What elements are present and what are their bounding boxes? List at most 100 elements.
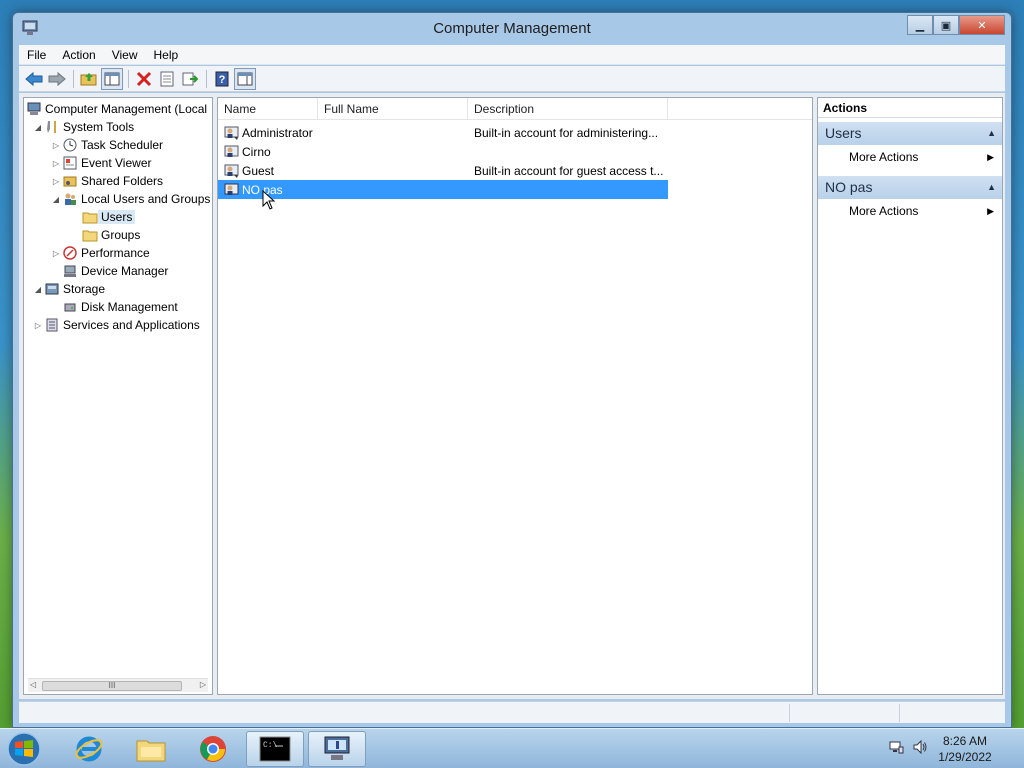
taskbar-internet-explorer[interactable] xyxy=(60,731,118,767)
tree-item-event-viewer[interactable]: ▷ Event Viewer xyxy=(50,154,152,172)
taskbar-computer-management[interactable] xyxy=(308,731,366,767)
user-description: Built-in account for guest access t... xyxy=(474,163,664,178)
expand-arrow-icon[interactable]: ▷ xyxy=(50,177,62,186)
delete-icon xyxy=(136,71,152,86)
actions-group-no-pas[interactable]: NO pas ▲ xyxy=(818,176,1002,199)
tree-horizontal-scrollbar[interactable]: ◁ III ▷ xyxy=(28,678,208,692)
tree-item-services-and-applications[interactable]: ▷ Services and Applications xyxy=(32,316,200,334)
tree-item-shared-folders[interactable]: ▷ Shared Folders xyxy=(50,172,163,190)
column-header-full-name[interactable]: Full Name xyxy=(318,98,468,120)
expand-arrow-icon[interactable]: ▷ xyxy=(50,141,62,150)
window-title: Computer Management xyxy=(433,20,591,37)
minimize-icon: ▁ xyxy=(915,19,925,32)
list-row-cirno[interactable]: Cirno xyxy=(218,142,668,161)
start-button[interactable] xyxy=(4,731,44,767)
menu-view[interactable]: View xyxy=(104,45,146,65)
tree-item-device-manager[interactable]: Device Manager xyxy=(50,262,168,280)
tree-item-system-tools[interactable]: ◢ System Tools xyxy=(32,118,134,136)
maximize-button[interactable]: ▣ xyxy=(933,15,959,35)
tree-item-performance[interactable]: ▷ Performance xyxy=(50,244,150,262)
menu-help[interactable]: Help xyxy=(146,45,187,65)
minimize-button[interactable]: ▁ xyxy=(907,15,933,35)
column-header-description[interactable]: Description xyxy=(468,98,668,120)
taskbar-chrome[interactable] xyxy=(184,731,242,767)
tree-item-label: Shared Folders xyxy=(81,174,164,188)
properties-button[interactable] xyxy=(156,68,178,90)
list-row-guest[interactable]: Guest Built-in account for guest access … xyxy=(218,161,668,180)
tree-item-label: Device Manager xyxy=(81,264,169,278)
toolbar-separator xyxy=(128,69,129,88)
column-header-name[interactable]: Name xyxy=(218,98,318,120)
list-row-administrator[interactable]: Administrator Built-in account for admin… xyxy=(218,123,668,142)
tree-item-label: System Tools xyxy=(63,120,135,134)
forward-button[interactable] xyxy=(46,68,68,90)
actions-group-label: Users xyxy=(825,125,862,141)
clock-icon xyxy=(62,137,78,153)
close-button[interactable]: ✕ xyxy=(959,15,1005,35)
show-hide-action-pane-button[interactable] xyxy=(234,67,256,90)
actions-group-users[interactable]: Users ▲ xyxy=(818,122,1002,145)
collapse-arrow-icon[interactable]: ◢ xyxy=(50,195,62,204)
tree-item-label: Task Scheduler xyxy=(81,138,164,152)
tree-item-local-users-and-groups[interactable]: ◢ Local Users and Groups xyxy=(50,190,210,208)
folder-icon xyxy=(82,209,98,225)
tree-item-label: Event Viewer xyxy=(81,156,152,170)
user-description: Built-in account for administering... xyxy=(474,125,659,140)
collapse-arrow-icon[interactable]: ◢ xyxy=(32,123,44,132)
scrollbar-thumb[interactable]: III xyxy=(42,681,182,691)
windows-logo-icon xyxy=(7,732,41,766)
more-actions-users[interactable]: More Actions ▶ xyxy=(818,147,1002,167)
title-bar[interactable]: Computer Management ▁ ▣ ✕ xyxy=(13,13,1011,45)
taskbar-clock[interactable]: 8:26 AM 1/29/2022 xyxy=(928,733,1002,765)
delete-button[interactable] xyxy=(133,68,155,90)
back-button[interactable] xyxy=(23,68,45,90)
tree-item-label: Computer Management (Local xyxy=(45,102,208,116)
user-account-icon xyxy=(224,164,239,178)
menu-bar: File Action View Help xyxy=(19,45,1005,65)
expand-arrow-icon[interactable]: ▷ xyxy=(50,159,62,168)
performance-icon xyxy=(62,245,78,261)
expand-arrow-icon[interactable]: ▷ xyxy=(32,321,44,330)
collapse-arrow-icon[interactable]: ◢ xyxy=(32,285,44,294)
scroll-right-icon[interactable]: ▷ xyxy=(200,680,206,689)
tree-item-label: Storage xyxy=(63,282,106,296)
tree-item-label: Services and Applications xyxy=(63,318,200,332)
volume-icon[interactable] xyxy=(912,739,928,755)
storage-icon xyxy=(44,281,60,297)
status-segment xyxy=(899,704,900,722)
device-manager-icon xyxy=(62,263,78,279)
computer-management-window: Computer Management ▁ ▣ ✕ File Action Vi… xyxy=(12,12,1012,728)
taskbar-file-explorer[interactable] xyxy=(122,731,180,767)
system-tray xyxy=(888,739,928,755)
expand-arrow-icon[interactable]: ▷ xyxy=(50,249,62,258)
more-actions-no-pas[interactable]: More Actions ▶ xyxy=(818,201,1002,221)
tree-item-label: Groups xyxy=(101,228,141,242)
show-hide-console-tree-button[interactable] xyxy=(101,67,123,90)
up-one-level-button[interactable] xyxy=(78,68,100,90)
collapse-caret-icon[interactable]: ▲ xyxy=(987,122,996,145)
list-row-no-pas[interactable]: NO pas xyxy=(218,180,668,199)
computer-management-icon xyxy=(324,736,350,760)
user-name: Administrator xyxy=(242,125,313,140)
tree-item-label: Performance xyxy=(81,246,150,260)
tree-item-disk-management[interactable]: Disk Management xyxy=(50,298,178,316)
export-list-button[interactable] xyxy=(179,68,201,90)
computer-management-icon xyxy=(26,101,42,117)
tree-item-task-scheduler[interactable]: ▷ Task Scheduler xyxy=(50,136,163,154)
scroll-left-icon[interactable]: ◁ xyxy=(30,680,36,689)
tree-item-groups[interactable]: Groups xyxy=(82,226,140,244)
tools-icon xyxy=(44,119,60,135)
menu-action[interactable]: Action xyxy=(54,45,103,65)
tree-item-users[interactable]: Users xyxy=(82,208,136,226)
disk-icon xyxy=(62,299,78,315)
menu-file[interactable]: File xyxy=(19,45,54,65)
tree-item-computer-management[interactable]: Computer Management (Local xyxy=(26,100,207,118)
more-actions-label: More Actions xyxy=(849,150,919,164)
taskbar-command-prompt[interactable]: C:\ xyxy=(246,731,304,767)
tree-item-storage[interactable]: ◢ Storage xyxy=(32,280,105,298)
submenu-arrow-icon: ▶ xyxy=(987,206,994,216)
help-button[interactable]: ? xyxy=(211,68,233,90)
user-account-icon xyxy=(224,183,239,195)
network-icon[interactable] xyxy=(888,739,904,755)
collapse-caret-icon[interactable]: ▲ xyxy=(987,176,996,199)
